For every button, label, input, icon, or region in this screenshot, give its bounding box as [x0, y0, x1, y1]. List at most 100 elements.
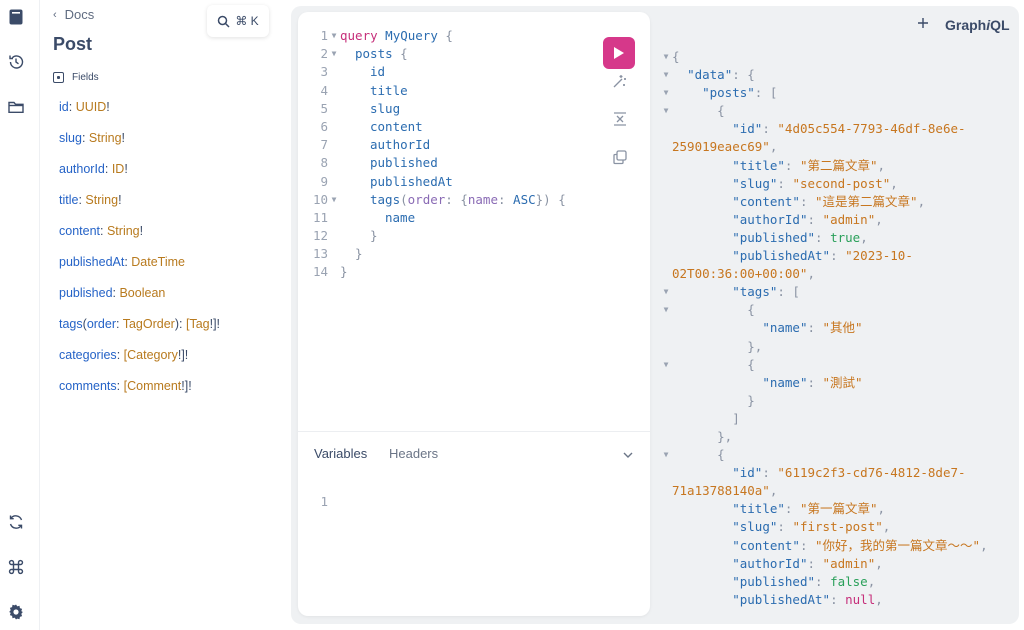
merge-fragments-button[interactable] — [610, 109, 630, 129]
prettify-button[interactable] — [610, 71, 630, 91]
docs-type-title: Post — [53, 34, 93, 54]
token: name — [467, 191, 498, 207]
field-type-suffix: !]! — [177, 348, 189, 362]
token: "4d05c554-7793-46df-8e6e- — [777, 121, 966, 137]
field-name[interactable]: publishedAt — [59, 255, 124, 269]
fold-arrow-icon[interactable]: ▼ — [328, 45, 340, 63]
docs-icon[interactable] — [5, 6, 27, 28]
code-line: 11 name — [298, 209, 598, 227]
field-type[interactable]: ID — [112, 162, 125, 176]
add-tab-icon[interactable] — [916, 16, 930, 30]
brand-post: QL — [990, 17, 1010, 33]
tab-headers[interactable]: Headers — [389, 446, 438, 461]
line-number: 9 — [320, 173, 328, 189]
token: : — [830, 248, 846, 264]
field-type[interactable]: Tag — [189, 317, 209, 331]
field-type[interactable]: String — [85, 193, 118, 207]
docs-search-button[interactable]: ⌘ K — [207, 5, 269, 37]
token: 71a13788140a" — [672, 483, 770, 499]
token: { — [460, 191, 468, 207]
result-line: "slug": "first-post", — [660, 518, 1010, 536]
code-line: 2 ▼ posts { — [298, 45, 598, 63]
fold-gutter — [660, 464, 672, 482]
field-type[interactable]: String — [89, 131, 122, 145]
field-name[interactable]: published — [59, 286, 113, 300]
result-text: "authorId": "admin", — [672, 555, 883, 573]
result-text: ] — [672, 410, 740, 428]
fold-gutter — [660, 573, 672, 591]
field-name[interactable]: authorId — [59, 162, 105, 176]
token: : — [445, 191, 453, 207]
execute-query-button[interactable] — [603, 37, 635, 69]
fold-arrow-icon[interactable]: ▼ — [660, 301, 672, 319]
field-name[interactable]: id — [59, 100, 69, 114]
fold-arrow-icon[interactable]: ▼ — [660, 283, 672, 301]
fold-gutter — [660, 193, 672, 211]
folder-icon[interactable] — [5, 96, 27, 118]
fold-arrow-icon[interactable]: ▼ — [328, 27, 340, 45]
tab-variables[interactable]: Variables — [314, 446, 367, 461]
history-icon[interactable] — [5, 51, 27, 73]
result-text: "title": "第一篇文章", — [672, 500, 885, 518]
refetch-icon[interactable] — [5, 511, 27, 533]
token: }, — [747, 338, 763, 354]
shortcuts-icon[interactable] — [5, 556, 27, 578]
query-editor[interactable]: 1 ▼ query MyQuery {2 ▼ posts {3 id 4 title 5 slug… — [298, 27, 598, 282]
field-name[interactable]: slug — [59, 131, 82, 145]
token: : — [762, 465, 778, 481]
token: : — [807, 555, 823, 571]
token: : — [784, 157, 800, 173]
fold-arrow-icon[interactable]: ▼ — [660, 48, 672, 66]
fields-section-label: Fields — [72, 72, 99, 83]
field-type[interactable]: Category — [127, 348, 178, 362]
token: ] — [732, 410, 740, 426]
field-type[interactable]: Boolean — [119, 286, 165, 300]
settings-icon[interactable] — [5, 601, 27, 623]
docs-back-link[interactable]: ‹ Docs — [53, 7, 94, 22]
field-arg-name[interactable]: order — [87, 317, 116, 331]
fold-arrow-icon[interactable]: ▼ — [660, 66, 672, 84]
field-type[interactable]: DateTime — [131, 255, 185, 269]
response-viewer[interactable]: ▼{▼ "data": {▼ "posts": [▼ { "id": "4d05… — [660, 48, 1010, 614]
fold-arrow-icon[interactable]: ▼ — [660, 102, 672, 120]
token: } — [747, 392, 755, 408]
token: "這是第二篇文章" — [815, 193, 918, 209]
fields-section-header: Fields — [53, 72, 99, 83]
result-line: 02T00:36:00+00:00", — [660, 265, 1010, 283]
token: } — [355, 246, 363, 262]
token: "authorId" — [732, 211, 808, 227]
chevron-down-icon[interactable] — [621, 448, 635, 462]
field-type[interactable]: UUID — [76, 100, 107, 114]
field-type[interactable]: Comment — [127, 379, 181, 393]
result-line: "publishedAt": "2023-10- — [660, 247, 1010, 265]
fold-arrow-icon[interactable]: ▼ — [660, 356, 672, 374]
token: "slug" — [732, 519, 778, 535]
result-line: "slug": "second-post", — [660, 175, 1010, 193]
variables-editor[interactable]: 1 — [298, 493, 328, 511]
field-name[interactable]: title — [59, 193, 78, 207]
field-name[interactable]: comments — [59, 379, 117, 393]
field-name[interactable]: categories — [59, 348, 117, 362]
field-name[interactable]: tags — [59, 317, 83, 331]
token: : — [815, 229, 831, 245]
field-name[interactable]: content — [59, 224, 100, 238]
field-item: title: String! — [59, 191, 220, 222]
docs-explorer: ‹ Docs Post Fields id: UUID! slug: String… — [40, 0, 290, 630]
fold-arrow-icon[interactable]: ▼ — [660, 84, 672, 102]
copy-query-button[interactable] — [610, 147, 630, 167]
token: "name" — [762, 320, 808, 336]
fold-arrow-icon[interactable]: ▼ — [660, 446, 672, 464]
docs-back-label: Docs — [64, 7, 95, 22]
result-text: } — [672, 392, 755, 410]
token: "published" — [732, 573, 816, 589]
field-arg-type[interactable]: TagOrder — [123, 317, 175, 331]
fold-arrow-icon[interactable]: ▼ — [328, 191, 340, 209]
field-type[interactable]: String — [107, 224, 140, 238]
